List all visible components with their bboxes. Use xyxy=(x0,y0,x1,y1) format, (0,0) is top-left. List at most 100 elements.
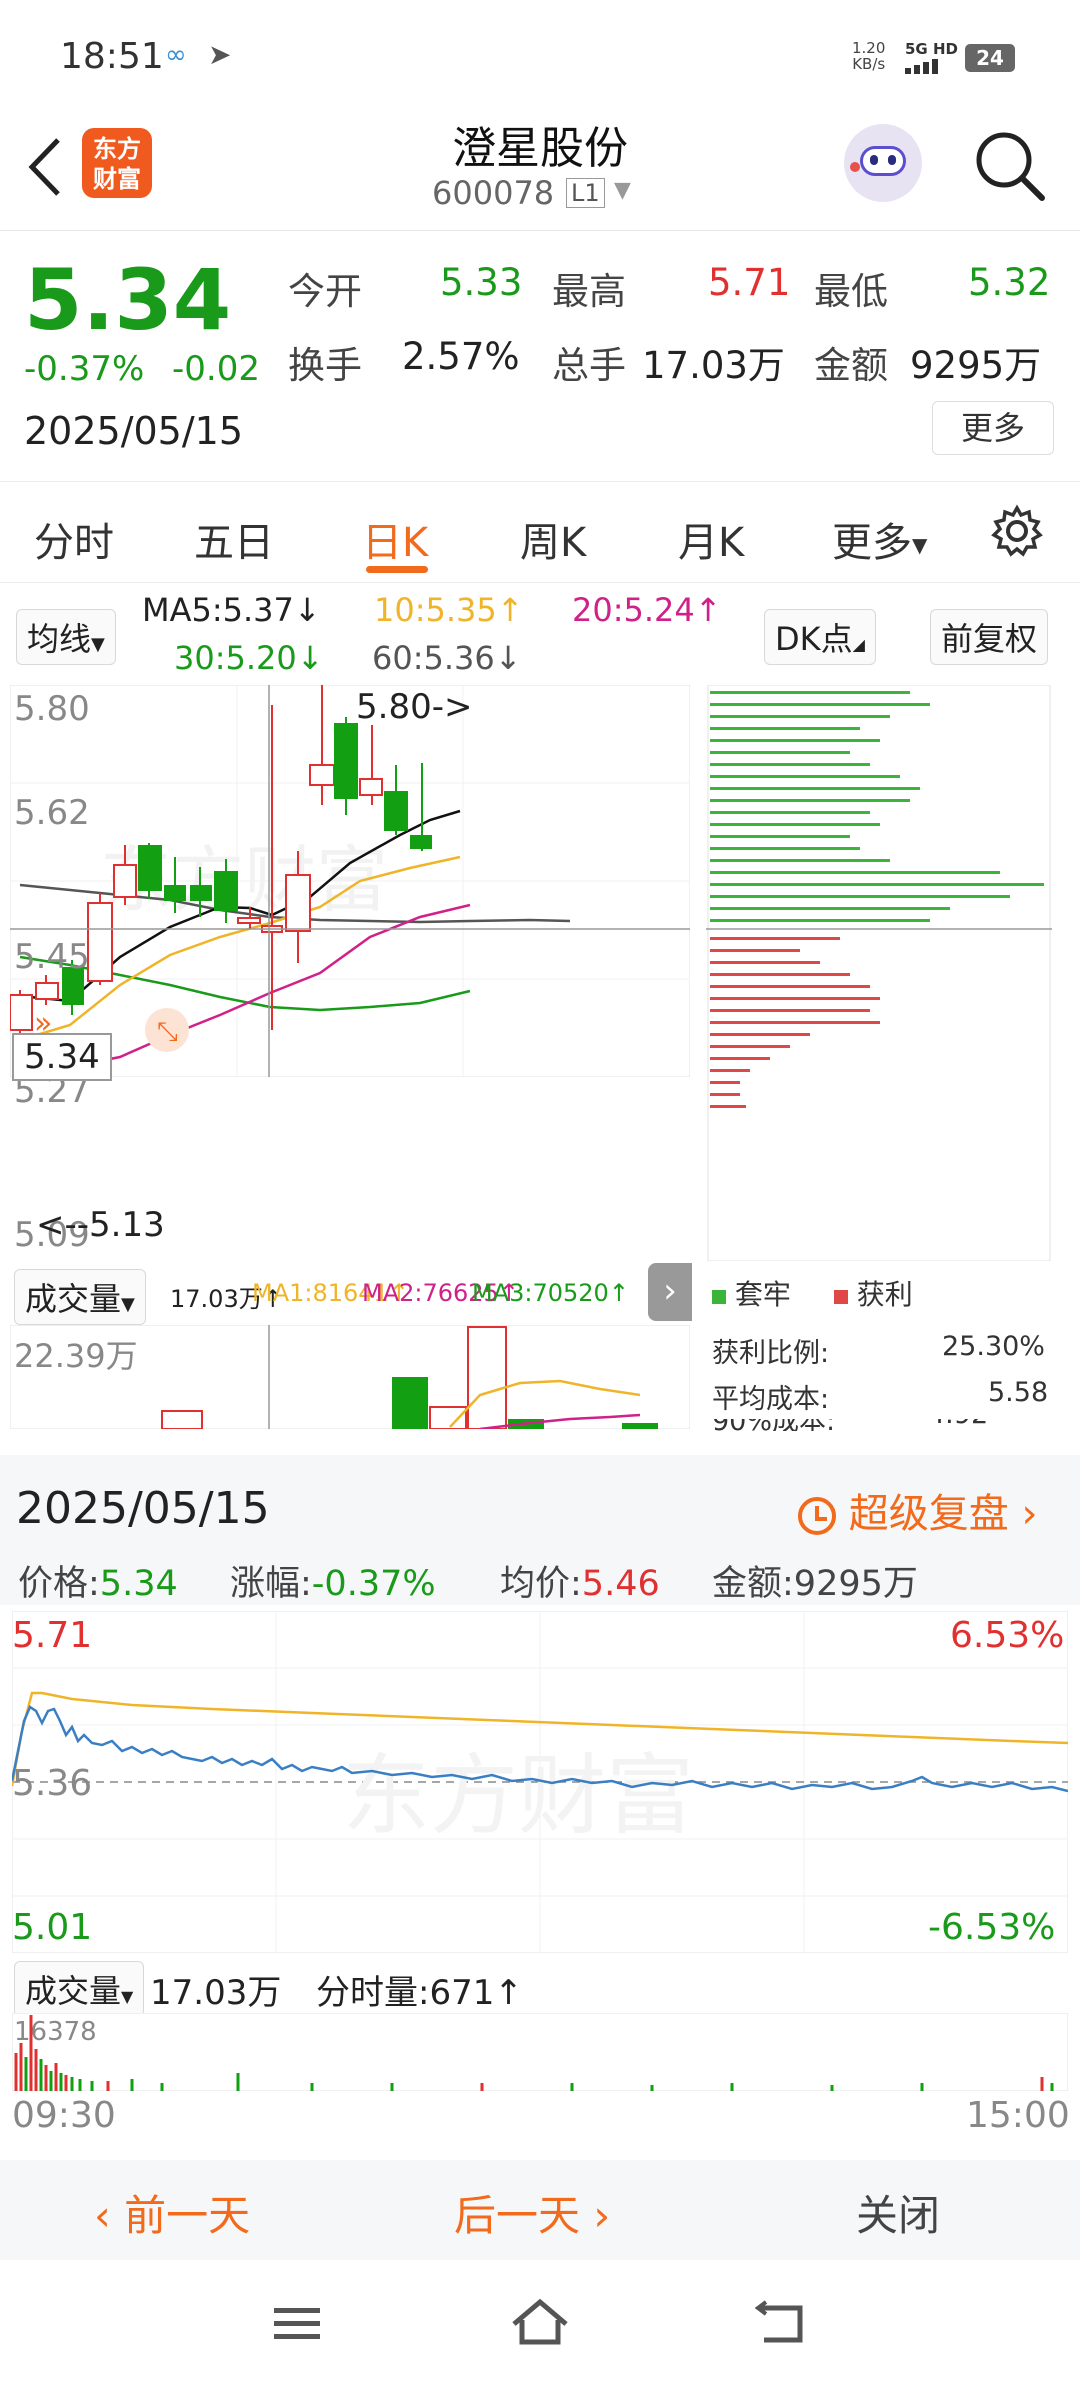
high-value: 5.71 xyxy=(708,261,791,304)
bottom-action-bar: ‹ 前一天 后一天 › 关闭 xyxy=(0,2160,1080,2260)
trapped-legend-swatch xyxy=(712,1290,726,1304)
change-percent: -0.37% xyxy=(24,349,145,389)
kline-area: 均线▼ MA5:5.37↓ 10:5.35↑ 20:5.24↑ 30:5.20↓… xyxy=(0,583,1080,1453)
super-replay-label: 超级复盘 xyxy=(848,1491,1009,1537)
profit-ratio-label: 获利比例: xyxy=(712,1338,830,1369)
turnover-value: 2.57% xyxy=(402,335,520,378)
low-marker: <--5.13 xyxy=(36,1205,165,1245)
collapse-chip-button[interactable]: › xyxy=(648,1263,692,1321)
more-button[interactable]: 更多 xyxy=(932,401,1054,455)
volume-selector-label: 成交量 xyxy=(25,1280,122,1318)
volume-label: 总手 xyxy=(552,344,626,387)
chip-legend: 套牢 获利 xyxy=(712,1273,913,1313)
send-icon: ➤ xyxy=(208,38,232,71)
intraday-volume-selector-label: 成交量 xyxy=(25,1972,122,2010)
tab-intraday[interactable]: 分时 xyxy=(34,510,114,568)
dk-point-button[interactable]: DK点◢ xyxy=(764,609,876,665)
intraday-volume-max: 16378 xyxy=(14,2017,97,2047)
avg-value: 5.46 xyxy=(581,1564,660,1604)
ma60-value: 60:5.36↓ xyxy=(372,639,522,677)
tab-monthly-k[interactable]: 月K xyxy=(678,510,744,568)
volume-indicator-selector[interactable]: 成交量▼ xyxy=(14,1269,146,1325)
link-icon: ∞ xyxy=(165,40,187,70)
level-badge[interactable]: L1 xyxy=(566,178,605,208)
net-unit: KB/s xyxy=(852,55,886,73)
avg-label: 均价: xyxy=(500,1564,582,1604)
amount-value: 9295万 xyxy=(910,344,1042,387)
open-label: 今开 xyxy=(288,270,362,313)
volume-value: 17.03万 xyxy=(642,344,785,387)
price-value: 5.34 xyxy=(99,1564,178,1604)
dk-point-label: DK点 xyxy=(775,620,853,658)
ma5-value: MA5:5.37↓ xyxy=(142,591,321,629)
code-dropdown-icon[interactable]: ▼ xyxy=(614,178,631,203)
intraday-volume-total: 17.03万 xyxy=(150,1973,282,2013)
stock-name: 澄星股份 xyxy=(452,123,628,174)
intraday-pct-bottom: -6.53% xyxy=(928,1907,1056,1948)
amount-value: 9295万 xyxy=(793,1564,918,1604)
cost90-label: 90%成本: xyxy=(712,1419,835,1431)
high-label: 最高 xyxy=(552,270,626,313)
tab-daily-k[interactable]: 日K xyxy=(362,510,428,568)
status-bar: 18:51 ∞ ➤ 1.20 KB/s 5G HD 24 xyxy=(0,0,1080,110)
close-button[interactable]: 关闭 xyxy=(856,2182,940,2243)
low-value: 5.32 xyxy=(968,261,1051,304)
time-end: 15:00 xyxy=(966,2095,1070,2136)
profit-legend-label: 获利 xyxy=(856,1278,913,1311)
intraday-volume-selector[interactable]: 成交量▼ xyxy=(14,1961,145,2017)
volume-max-label: 22.39万 xyxy=(14,1337,138,1375)
avg-cost-value: 5.58 xyxy=(988,1377,1049,1408)
change-amount: -0.02 xyxy=(172,349,260,389)
intraday-y-top: 5.71 xyxy=(12,1615,93,1656)
super-replay-button[interactable]: 超级复盘 › xyxy=(798,1481,1037,1539)
open-value: 5.33 xyxy=(440,261,523,304)
time-start: 09:30 xyxy=(12,2095,116,2136)
intraday-replay-panel: 2025/05/15 超级复盘 › 价格:5.34 涨幅:-0.37% 均价:5… xyxy=(0,1455,1080,2145)
change-label: 涨幅: xyxy=(230,1564,312,1604)
change-value: -0.37% xyxy=(311,1564,436,1604)
home-icon[interactable] xyxy=(510,2298,570,2348)
back-icon[interactable] xyxy=(22,132,66,202)
search-icon[interactable] xyxy=(972,128,1048,204)
previous-day-button[interactable]: ‹ 前一天 xyxy=(94,2182,250,2243)
app-header: 东方 财富 澄星股份 600078 L1 ▼ xyxy=(0,110,1080,231)
system-nav-bar xyxy=(0,2260,1080,2388)
clock: 18:51 xyxy=(60,36,164,77)
period-tabs: 分时 五日 日K 周K 月K 更多▼ xyxy=(0,482,1080,583)
intraday-price-chart[interactable]: 东方财富 xyxy=(12,1611,1068,1953)
settings-gear-icon[interactable] xyxy=(990,504,1044,558)
high-marker: 5.80-> xyxy=(356,687,473,727)
app-logo[interactable]: 东方 财富 xyxy=(82,128,152,198)
previous-day-label: 前一天 xyxy=(124,2191,251,2240)
back-nav-icon[interactable] xyxy=(752,2300,808,2346)
chevron-right-icon: › xyxy=(1021,1491,1038,1537)
price-label: 价格: xyxy=(18,1564,100,1604)
next-day-label: 后一天 xyxy=(454,2191,581,2240)
ma-selector-label: 均线 xyxy=(27,620,92,658)
tab-five-day[interactable]: 五日 xyxy=(194,510,274,568)
expand-icon: ⤡ xyxy=(157,1017,178,1047)
candlestick-chart[interactable]: 东方财富 ⤡ » xyxy=(10,685,690,1077)
ma20-value: 20:5.24↑ xyxy=(572,591,722,629)
tab-weekly-k[interactable]: 周K xyxy=(520,510,586,568)
price-adjust-button[interactable]: 前复权 xyxy=(930,609,1049,665)
logo-text-2: 财富 xyxy=(93,165,141,193)
intraday-y-mid: 5.36 xyxy=(12,1763,93,1804)
signal-bars-icon xyxy=(905,59,938,74)
avg-cost-label: 平均成本: xyxy=(712,1384,830,1415)
intraday-price: 价格:5.34 xyxy=(18,1555,178,1606)
intraday-date: 2025/05/15 xyxy=(16,1483,270,1534)
y-label-3: 5.45 xyxy=(14,937,90,977)
chevron-right-icon: › xyxy=(593,2191,611,2240)
turnover-label: 换手 xyxy=(288,344,362,387)
profit-ratio-value: 25.30% xyxy=(942,1331,1045,1362)
assistant-avatar[interactable] xyxy=(844,124,922,202)
quote-date: 2025/05/15 xyxy=(24,409,244,453)
menu-icon[interactable] xyxy=(272,2304,322,2344)
next-day-button[interactable]: 后一天 › xyxy=(454,2182,610,2243)
tab-more[interactable]: 更多▼ xyxy=(832,510,927,568)
ma-selector[interactable]: 均线▼ xyxy=(16,609,116,665)
intraday-y-bottom: 5.01 xyxy=(12,1907,93,1948)
active-tab-indicator xyxy=(366,566,428,573)
battery-icon: 24 xyxy=(965,44,1015,72)
